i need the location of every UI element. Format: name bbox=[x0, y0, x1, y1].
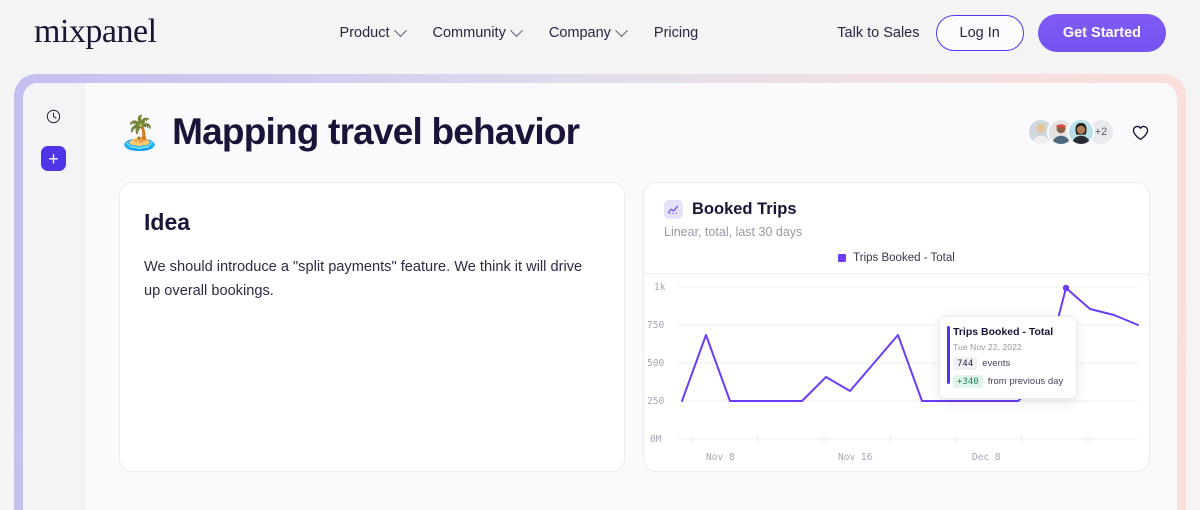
chart-card-header: Booked Trips Linear, total, last 30 days bbox=[644, 183, 1149, 252]
board-header-actions: +2 bbox=[1027, 118, 1150, 146]
nav-actions: Talk to Sales Log In Get Started bbox=[837, 14, 1166, 52]
chevron-down-icon bbox=[615, 23, 628, 37]
nav-item-community[interactable]: Community bbox=[432, 23, 523, 41]
tooltip-value: 744 bbox=[953, 357, 978, 370]
clock-icon[interactable] bbox=[46, 109, 61, 129]
y-axis-tick: 0M bbox=[650, 434, 662, 445]
get-started-button[interactable]: Get Started bbox=[1037, 14, 1166, 52]
nav-item-product[interactable]: Product bbox=[339, 23, 407, 41]
nav-item-label: Pricing bbox=[653, 25, 699, 41]
nav-item-company[interactable]: Company bbox=[548, 23, 628, 41]
x-axis-tick: Dec 8 bbox=[972, 452, 1001, 463]
tooltip-delta-label: from previous day bbox=[987, 376, 1064, 387]
booked-trips-chart-card: Booked Trips Linear, total, last 30 days… bbox=[643, 182, 1150, 472]
x-axis-tick: Nov 8 bbox=[706, 452, 735, 463]
app-window: + 🏝️ Mapping travel behavior +2 Idea We … bbox=[23, 83, 1177, 510]
mixpanel-logo[interactable]: mixpanel bbox=[34, 15, 157, 49]
board-header: 🏝️ Mapping travel behavior +2 bbox=[119, 111, 1150, 153]
log-in-button[interactable]: Log In bbox=[935, 15, 1024, 51]
nav-item-label: Community bbox=[432, 25, 506, 41]
collaborator-avatars: +2 bbox=[1027, 118, 1115, 146]
idea-body: We should introduce a "split payments" f… bbox=[144, 259, 583, 299]
y-axis-tick: 250 bbox=[647, 396, 665, 407]
legend-label[interactable]: Trips Booked - Total bbox=[853, 252, 955, 264]
chart-legend: Trips Booked - Total bbox=[644, 252, 1149, 274]
y-axis-tick: 1k bbox=[654, 282, 666, 293]
y-axis-tick: 750 bbox=[647, 320, 665, 331]
heart-icon[interactable] bbox=[1131, 123, 1150, 142]
chart-title-row: Booked Trips bbox=[664, 200, 1129, 219]
y-axis-tick: 500 bbox=[647, 358, 665, 369]
idea-heading: Idea bbox=[144, 209, 191, 235]
highlighted-data-point bbox=[1062, 284, 1070, 292]
chart-subtitle: Linear, total, last 30 days bbox=[664, 225, 803, 239]
chart-title: Booked Trips bbox=[692, 200, 797, 218]
tooltip-delta: +340 bbox=[953, 375, 983, 388]
tooltip-date: Tue Nov 22, 2022 bbox=[953, 342, 1022, 352]
x-axis-tick: Nov 16 bbox=[838, 452, 873, 463]
talk-to-sales-link[interactable]: Talk to Sales bbox=[837, 25, 919, 41]
tooltip-value-unit: events bbox=[982, 358, 1011, 369]
cards-row: Idea We should introduce a "split paymen… bbox=[119, 182, 1150, 472]
chevron-down-icon bbox=[509, 23, 523, 37]
chart-plot-area: 1k 750 500 250 0M Nov 8 Nov 16 Dec 8 Tri… bbox=[644, 274, 1149, 471]
nav-links: Product Community Company Pricing bbox=[339, 23, 698, 41]
nav-item-label: Company bbox=[548, 25, 611, 41]
island-emoji-icon: 🏝️ bbox=[119, 113, 161, 151]
nav-item-pricing[interactable]: Pricing bbox=[654, 25, 698, 41]
page-title[interactable]: Mapping travel behavior bbox=[172, 111, 580, 153]
legend-swatch-icon bbox=[838, 254, 847, 262]
add-button[interactable]: + bbox=[41, 146, 66, 171]
tooltip-series-name: Trips Booked - Total bbox=[953, 326, 1054, 338]
board-main: 🏝️ Mapping travel behavior +2 Idea We sh… bbox=[85, 83, 1177, 510]
left-rail: + bbox=[23, 83, 85, 510]
tooltip-accent-bar bbox=[947, 326, 950, 384]
product-screenshot-frame: + 🏝️ Mapping travel behavior +2 Idea We … bbox=[14, 74, 1186, 510]
avatar[interactable] bbox=[1067, 118, 1095, 146]
tooltip-delta-row: +340 from previous day bbox=[953, 375, 1066, 388]
idea-card: Idea We should introduce a "split paymen… bbox=[119, 182, 625, 472]
nav-item-label: Product bbox=[339, 25, 390, 41]
tooltip-value-row: 744 events bbox=[953, 357, 1066, 370]
line-chart-icon bbox=[664, 200, 683, 219]
chevron-down-icon bbox=[393, 23, 407, 37]
chart-tooltip: Trips Booked - Total Tue Nov 22, 2022 74… bbox=[939, 316, 1077, 399]
top-navigation: mixpanel Product Community Company Prici… bbox=[0, 0, 1200, 66]
